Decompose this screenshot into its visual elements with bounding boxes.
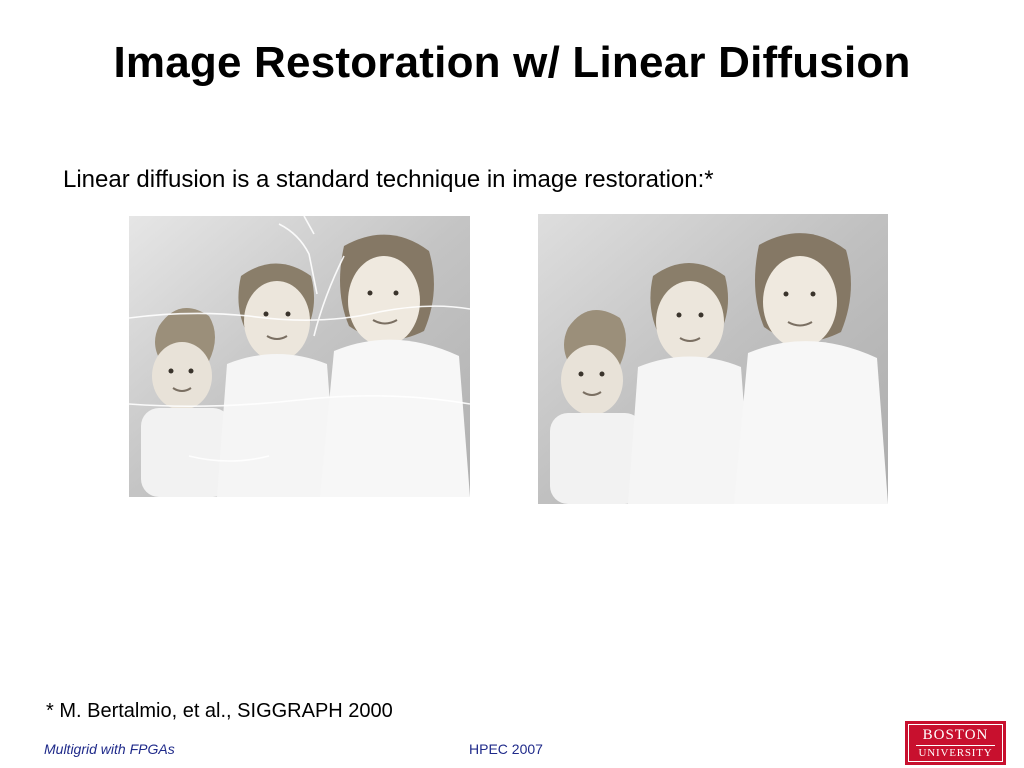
footer-conference: HPEC 2007 <box>469 741 543 757</box>
logo-line2: UNIVERSITY <box>918 746 993 759</box>
logo-line1: BOSTON <box>922 726 989 743</box>
restored-photo-image <box>538 214 888 504</box>
citation-footnote: * M. Bertalmio, et al., SIGGRAPH 2000 <box>46 700 393 722</box>
slide-subtitle: Linear diffusion is a standard technique… <box>63 166 714 193</box>
damaged-photo-image <box>129 216 470 497</box>
slide-title: Image Restoration w/ Linear Diffusion <box>113 38 911 87</box>
boston-university-logo: BOSTON UNIVERSITY <box>905 721 1006 765</box>
logo-rule <box>915 744 996 746</box>
footer-presentation-title: Multigrid with FPGAs <box>44 741 175 757</box>
